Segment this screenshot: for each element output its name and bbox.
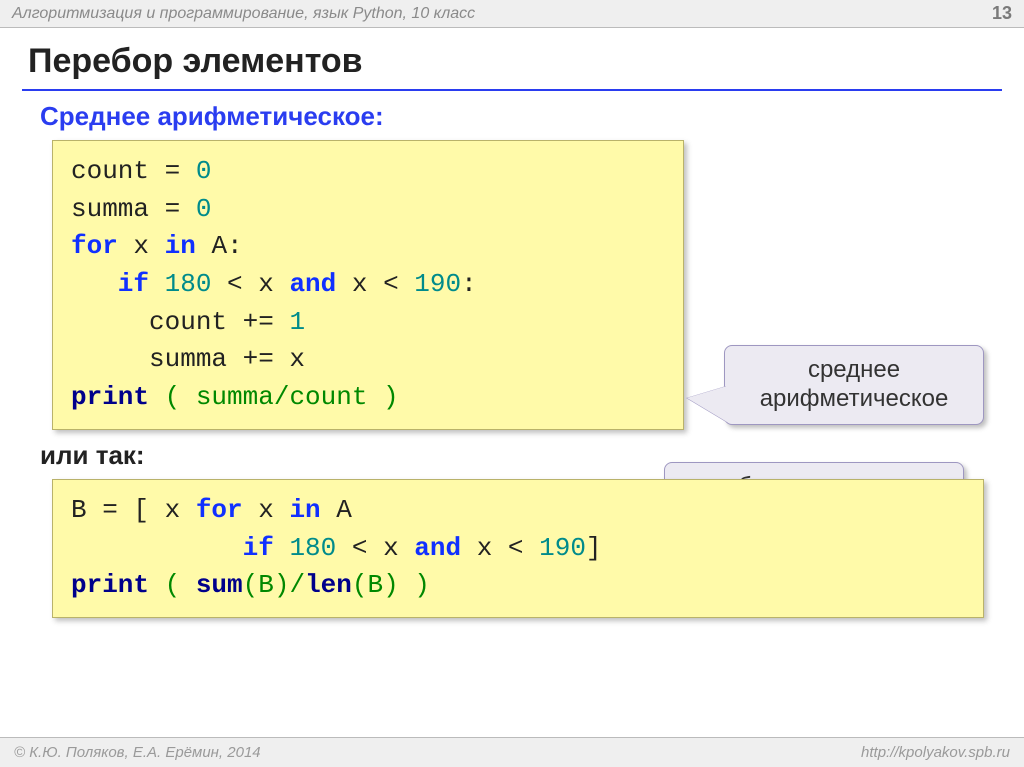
code-keyword: in: [165, 231, 196, 261]
callout-tail-icon: [687, 386, 727, 422]
code-builtin: print: [71, 570, 149, 600]
code-expr: (: [149, 570, 196, 600]
code-text: summa += x: [71, 344, 305, 374]
code-text: summa: [71, 194, 149, 224]
page-number: 13: [992, 3, 1012, 24]
code-text: < x: [211, 269, 289, 299]
code-text: :: [461, 269, 477, 299]
code-expr: (B)/: [243, 570, 305, 600]
code-text: [149, 269, 165, 299]
code-expr: ( summa/count ): [149, 382, 399, 412]
code-literal: 1: [289, 307, 305, 337]
callout-line: среднее: [808, 356, 900, 383]
code-keyword: if: [71, 533, 274, 563]
code-block-1: count = 0 summa = 0 for x in A: if 180 <…: [52, 140, 684, 430]
code-literal: 0: [196, 156, 212, 186]
footer-url: http://kpolyakov.spb.ru: [861, 744, 1010, 761]
code-text: < x: [336, 533, 414, 563]
code-builtin: print: [71, 382, 149, 412]
code-literal: 190: [539, 533, 586, 563]
code-builtin: len: [305, 570, 352, 600]
code-text: [274, 533, 290, 563]
code-text: =: [149, 156, 196, 186]
code-keyword: if: [71, 269, 149, 299]
code-text: x: [118, 231, 165, 261]
code-literal: 180: [289, 533, 336, 563]
section-title-1: Среднее арифметическое:: [40, 101, 1024, 132]
code-keyword: for: [71, 231, 118, 261]
code-text: x <: [336, 269, 414, 299]
code-text: A: [321, 495, 368, 525]
code-expr: (B) ): [352, 570, 430, 600]
callout-line: арифметическое: [760, 385, 949, 412]
topbar: Алгоритмизация и программирование, язык …: [0, 0, 1024, 28]
code-literal: 0: [196, 194, 212, 224]
code-text: x: [243, 495, 290, 525]
footer: © К.Ю. Поляков, Е.А. Ерёмин, 2014 http:/…: [0, 737, 1024, 767]
code-text: ]: [586, 533, 602, 563]
code-literal: 180: [165, 269, 212, 299]
code-text: count +=: [71, 307, 289, 337]
code-builtin: sum: [196, 570, 243, 600]
code-keyword: and: [289, 269, 336, 299]
code-keyword: in: [289, 495, 320, 525]
course-title: Алгоритмизация и программирование, язык …: [12, 5, 475, 23]
code-text: A:: [196, 231, 243, 261]
code-keyword: and: [414, 533, 461, 563]
page-title: Перебор элементов: [0, 28, 1024, 85]
callout-average: среднее арифметическое: [724, 345, 984, 425]
code-text: B = [ x: [71, 495, 196, 525]
code-text: =: [149, 194, 196, 224]
code-block-2: B = [ x for x in A if 180 < x and x < 19…: [52, 479, 984, 618]
code-text: x <: [461, 533, 539, 563]
code-text: count: [71, 156, 149, 186]
footer-copyright: © К.Ю. Поляков, Е.А. Ерёмин, 2014: [14, 744, 261, 761]
title-rule: [22, 89, 1002, 91]
code-literal: 190: [414, 269, 461, 299]
code-keyword: for: [196, 495, 243, 525]
